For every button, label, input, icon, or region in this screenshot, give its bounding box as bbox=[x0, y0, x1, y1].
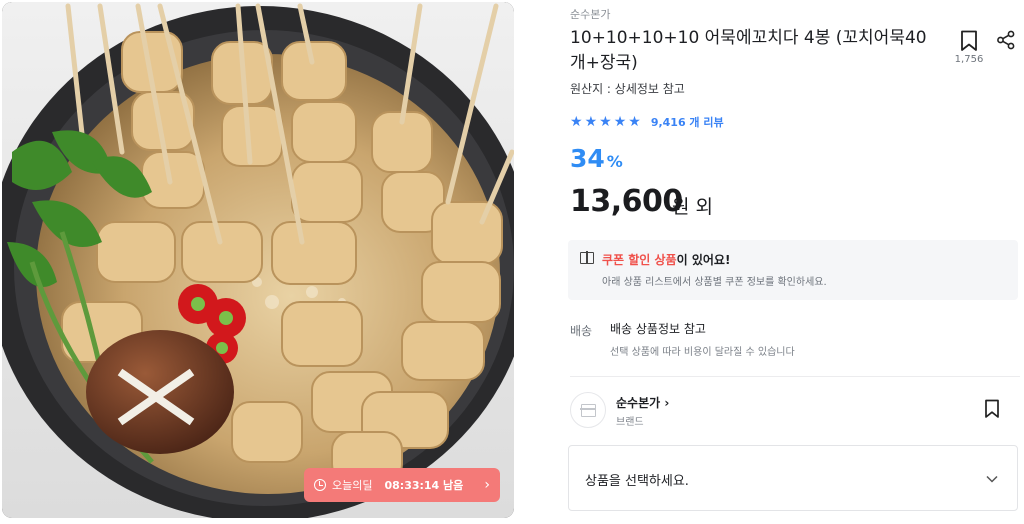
coupon-notice: 쿠폰 할인 상품이 있어요! 아래 상품 리스트에서 상품별 쿠폰 정보를 확인… bbox=[568, 240, 1018, 300]
shipping-label: 배송 bbox=[570, 324, 593, 338]
chevron-right-icon: › bbox=[664, 396, 670, 410]
deal-label: 오늘의딜 bbox=[332, 479, 373, 492]
star-icon: ★ bbox=[628, 114, 641, 130]
origin-info: 원산지 : 상세정보 참고 bbox=[570, 82, 685, 96]
shipping-value: 배송 상품정보 참고 bbox=[610, 322, 706, 336]
brand-link[interactable]: 순수본가 bbox=[570, 6, 610, 22]
divider bbox=[570, 376, 1020, 377]
share-icon[interactable] bbox=[996, 30, 1016, 50]
rating-row[interactable]: ★ ★ ★ ★ ★ 9,416 개 리뷰 bbox=[570, 114, 724, 130]
coupon-subtitle: 아래 상품 리스트에서 상품별 쿠폰 정보를 확인하세요. bbox=[602, 277, 827, 288]
store-avatar[interactable] bbox=[570, 392, 606, 428]
chevron-right-icon: › bbox=[484, 477, 490, 493]
deal-timer: 08:33:14 남음 bbox=[384, 479, 464, 492]
store-name-link[interactable]: 순수본가 › bbox=[616, 394, 669, 411]
product-title: 10+10+10+10 어묵에꼬치다 4봉 (꼬치어묵40개+장국) bbox=[570, 28, 927, 73]
shipping-note: 선택 상품에 따라 비용이 달라질 수 있습니다 bbox=[610, 347, 795, 358]
todays-deal-badge[interactable]: 오늘의딜 08:33:14 남음 › bbox=[304, 468, 500, 502]
store-icon bbox=[580, 404, 596, 417]
coupon-book-icon bbox=[580, 251, 594, 264]
coupon-highlight: 쿠폰 할인 상품 bbox=[602, 253, 677, 267]
store-bookmark-icon[interactable] bbox=[984, 399, 1000, 419]
product-image[interactable]: 오늘의딜 08:33:14 남음 › bbox=[2, 2, 514, 518]
discount-value: 34 bbox=[570, 144, 605, 173]
star-icon: ★ bbox=[584, 114, 598, 130]
coupon-title: 쿠폰 할인 상품이 있어요! bbox=[602, 251, 730, 268]
product-photo bbox=[2, 2, 514, 518]
star-icon: ★ bbox=[613, 114, 627, 130]
bookmark-icon[interactable] bbox=[960, 30, 978, 52]
price-unit: 원 외 bbox=[672, 196, 713, 218]
store-type: 브랜드 bbox=[616, 417, 644, 428]
discount-unit: % bbox=[606, 152, 623, 171]
sale-price: 13,600 bbox=[570, 184, 683, 219]
star-icon: ★ bbox=[599, 114, 612, 130]
coupon-title-rest: 이 있어요! bbox=[676, 253, 731, 267]
discount-rate: 34% bbox=[570, 144, 623, 173]
chevron-down-icon bbox=[986, 475, 998, 483]
review-count-link[interactable]: 9,416 개 리뷰 bbox=[651, 114, 724, 130]
bookmark-count: 1,756 bbox=[954, 54, 984, 65]
product-info-panel: 순수본가 10+10+10+10 어묵에꼬치다 4봉 (꼬치어묵40개+장국) … bbox=[568, 0, 1024, 524]
clock-icon bbox=[314, 479, 326, 491]
option-select-placeholder: 상품을 선택하세요. bbox=[585, 474, 689, 489]
store-name: 순수본가 bbox=[616, 396, 661, 410]
option-select[interactable]: 상품을 선택하세요. bbox=[568, 445, 1018, 511]
star-icon: ★ bbox=[570, 114, 583, 130]
